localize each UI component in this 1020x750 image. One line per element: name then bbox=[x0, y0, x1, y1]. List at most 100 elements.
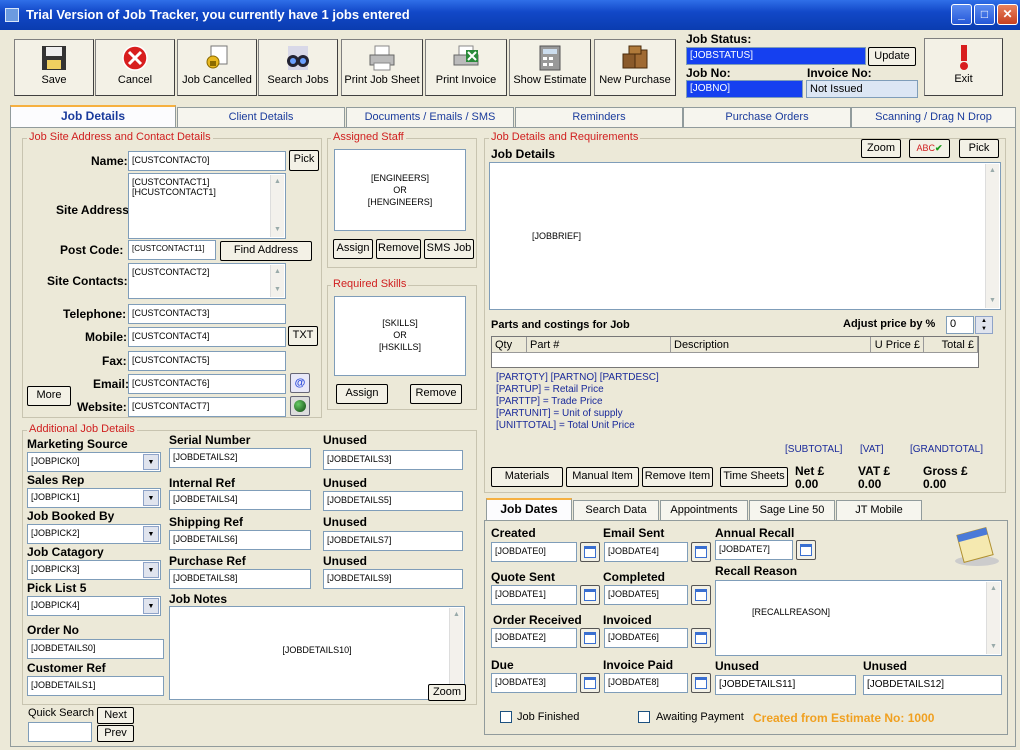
order-received-calendar-icon[interactable] bbox=[580, 628, 600, 648]
contacts-scrollbar[interactable] bbox=[270, 265, 284, 297]
subtab-jt-mobile[interactable]: JT Mobile bbox=[836, 500, 922, 520]
tab-purchase-orders[interactable]: Purchase Orders bbox=[683, 107, 851, 127]
maximize-button[interactable]: □ bbox=[974, 4, 995, 25]
assign-staff-button[interactable]: Assign bbox=[333, 239, 373, 259]
fax-field[interactable]: [CUSTCONTACT5] bbox=[128, 351, 286, 371]
shipping-ref-field[interactable]: [JOBDETAILS6] bbox=[169, 530, 311, 550]
skills-list[interactable]: [SKILLS] OR [HSKILLS] bbox=[334, 296, 466, 376]
created-calendar-icon[interactable] bbox=[580, 542, 600, 562]
email-at-icon[interactable]: @ bbox=[290, 373, 310, 393]
order-received-field[interactable]: [JOBDATE2] bbox=[491, 628, 577, 648]
col-unit-price[interactable]: U Price £ bbox=[871, 337, 924, 352]
invoiced-calendar-icon[interactable] bbox=[691, 628, 711, 648]
serial-field[interactable]: [JOBDETAILS2] bbox=[169, 448, 311, 468]
email-field[interactable]: [CUSTCONTACT6] bbox=[128, 374, 286, 394]
adjust-price-input[interactable]: 0 bbox=[946, 316, 974, 334]
job-status-field[interactable]: [JOBSTATUS] bbox=[686, 47, 866, 65]
completed-calendar-icon[interactable] bbox=[691, 585, 711, 605]
subtab-search-data[interactable]: Search Data bbox=[573, 500, 659, 520]
print-job-sheet-button[interactable]: Print Job Sheet bbox=[341, 39, 423, 96]
sms-job-button[interactable]: SMS Job bbox=[424, 239, 474, 259]
email-sent-calendar-icon[interactable] bbox=[691, 542, 711, 562]
show-estimate-button[interactable]: Show Estimate bbox=[509, 39, 591, 96]
purchase-ref-field[interactable]: [JOBDETAILS8] bbox=[169, 569, 311, 589]
col-description[interactable]: Description bbox=[671, 337, 871, 352]
next-button[interactable]: Next bbox=[97, 707, 134, 724]
job-brief-field[interactable]: [JOBBRIEF] bbox=[489, 162, 1001, 310]
parts-table[interactable]: Qty Part # Description U Price £ Total £ bbox=[491, 336, 979, 368]
recall-reason-field[interactable]: [RECALLREASON] bbox=[715, 580, 1002, 656]
remove-item-button[interactable]: Remove Item bbox=[642, 467, 713, 487]
order-no-field[interactable]: [JOBDETAILS0] bbox=[27, 639, 164, 659]
unused-date-field-1[interactable]: [JOBDETAILS11] bbox=[715, 675, 856, 695]
post-code-field[interactable]: [CUSTCONTACT11] bbox=[128, 240, 216, 260]
category-select[interactable]: [JOBPICK3] ▼ bbox=[27, 560, 161, 580]
customer-ref-field[interactable]: [JOBDETAILS1] bbox=[27, 676, 164, 696]
materials-button[interactable]: Materials bbox=[491, 467, 563, 487]
site-address-field[interactable]: [CUSTCONTACT1] [HCUSTCONTACT1] bbox=[128, 173, 286, 239]
unused-date-field-2[interactable]: [JOBDETAILS12] bbox=[863, 675, 1002, 695]
more-button[interactable]: More bbox=[27, 386, 71, 406]
email-sent-field[interactable]: [JOBDATE4] bbox=[604, 542, 688, 562]
job-notes-field[interactable]: [JOBDETAILS10] bbox=[169, 606, 465, 700]
subtab-appointments[interactable]: Appointments bbox=[660, 500, 748, 520]
update-button[interactable]: Update bbox=[868, 47, 916, 66]
quote-sent-calendar-icon[interactable] bbox=[580, 585, 600, 605]
annual-recall-field[interactable]: [JOBDATE7] bbox=[715, 540, 793, 560]
invoice-paid-field[interactable]: [JOBDATE8] bbox=[604, 673, 688, 693]
due-calendar-icon[interactable] bbox=[580, 673, 600, 693]
manual-item-button[interactable]: Manual Item bbox=[566, 467, 639, 487]
dropdown-arrow-icon[interactable]: ▼ bbox=[143, 454, 159, 470]
subtab-sage[interactable]: Sage Line 50 bbox=[749, 500, 835, 520]
time-sheets-button[interactable]: Time Sheets bbox=[720, 467, 788, 487]
remove-skill-button[interactable]: Remove bbox=[410, 384, 462, 404]
job-no-field[interactable]: [JOBNO] bbox=[686, 80, 803, 98]
internal-ref-field[interactable]: [JOBDETAILS4] bbox=[169, 490, 311, 510]
mobile-field[interactable]: [CUSTCONTACT4] bbox=[128, 327, 286, 347]
exit-button[interactable]: Exit bbox=[924, 38, 1003, 96]
booked-by-select[interactable]: [JOBPICK2] ▼ bbox=[27, 524, 161, 544]
prev-button[interactable]: Prev bbox=[97, 725, 134, 742]
address-scrollbar[interactable] bbox=[270, 175, 284, 237]
dropdown-arrow-icon[interactable]: ▼ bbox=[143, 598, 159, 614]
tab-job-details[interactable]: Job Details bbox=[10, 105, 176, 128]
tab-reminders[interactable]: Reminders bbox=[515, 107, 683, 127]
find-address-button[interactable]: Find Address bbox=[220, 241, 312, 261]
unused-field-4[interactable]: [JOBDETAILS9] bbox=[323, 569, 463, 589]
remove-staff-button[interactable]: Remove bbox=[376, 239, 421, 259]
quote-sent-field[interactable]: [JOBDATE1] bbox=[491, 585, 577, 605]
search-jobs-button[interactable]: Search Jobs bbox=[258, 39, 338, 96]
tab-scanning[interactable]: Scanning / Drag N Drop bbox=[851, 107, 1016, 127]
subtab-job-dates[interactable]: Job Dates bbox=[486, 498, 572, 520]
unused-field-2[interactable]: [JOBDETAILS5] bbox=[323, 491, 463, 511]
col-part-no[interactable]: Part # bbox=[527, 337, 671, 352]
cancel-button[interactable]: Cancel bbox=[95, 39, 175, 96]
spellcheck-button[interactable]: ABC✔ bbox=[909, 139, 950, 158]
minimize-button[interactable]: _ bbox=[951, 4, 972, 25]
engineers-list[interactable]: [ENGINEERS] OR [HENGINEERS] bbox=[334, 149, 466, 231]
pick-contact-button[interactable]: Pick bbox=[289, 150, 319, 171]
invoiced-field[interactable]: [JOBDATE6] bbox=[604, 628, 688, 648]
job-finished-checkbox[interactable] bbox=[500, 711, 512, 723]
unused-field-1[interactable]: [JOBDETAILS3] bbox=[323, 450, 463, 470]
col-total[interactable]: Total £ bbox=[924, 337, 978, 352]
due-field[interactable]: [JOBDATE3] bbox=[491, 673, 577, 693]
job-pick-button[interactable]: Pick bbox=[959, 139, 999, 158]
annual-recall-calendar-icon[interactable] bbox=[796, 540, 816, 560]
save-button[interactable]: Save bbox=[14, 39, 94, 96]
created-field[interactable]: [JOBDATE0] bbox=[491, 542, 577, 562]
zoom-button[interactable]: Zoom bbox=[861, 139, 901, 158]
notes-zoom-button[interactable]: Zoom bbox=[428, 684, 466, 701]
pick-list-5-select[interactable]: [JOBPICK4] ▼ bbox=[27, 596, 161, 616]
marketing-select[interactable]: [JOBPICK0] ▼ bbox=[27, 452, 161, 472]
new-purchase-button[interactable]: New Purchase bbox=[594, 39, 676, 96]
dropdown-arrow-icon[interactable]: ▼ bbox=[143, 562, 159, 578]
recall-scrollbar[interactable] bbox=[986, 582, 1000, 654]
close-window-button[interactable]: ✕ bbox=[997, 4, 1018, 25]
print-invoice-button[interactable]: Print Invoice bbox=[425, 39, 507, 96]
quick-search-input[interactable] bbox=[28, 722, 92, 742]
txt-button[interactable]: TXT bbox=[288, 326, 318, 346]
awaiting-payment-checkbox[interactable] bbox=[638, 711, 650, 723]
sales-rep-select[interactable]: [JOBPICK1] ▼ bbox=[27, 488, 161, 508]
job-cancelled-button[interactable]: Job Cancelled bbox=[177, 39, 257, 96]
